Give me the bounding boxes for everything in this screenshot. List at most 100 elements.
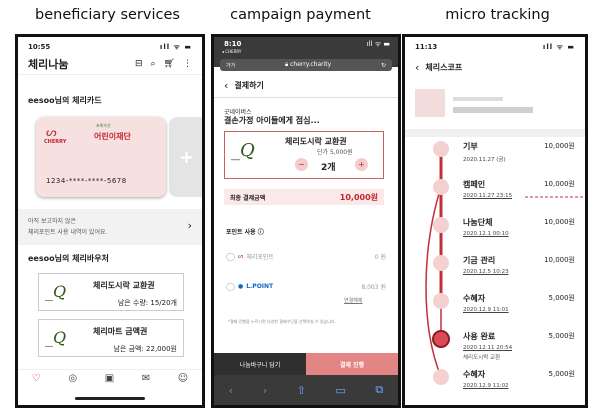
mart-logo-icon: _Q (45, 328, 67, 347)
event-date[interactable]: 2020.12.9 11:02 (463, 383, 581, 389)
page-header: ‹ 결제하기 (224, 79, 264, 92)
add-card-button[interactable]: + (169, 117, 202, 197)
timeline-event[interactable]: 나눔단체 2020.12.1 00:10 10,000원 (463, 217, 581, 251)
point-value: 8,003 원 (361, 283, 386, 291)
url-text: 🔒︎ cherry.charity (285, 61, 331, 69)
card-partner: 어린이재단 (94, 132, 131, 141)
proceed-payment-button[interactable]: 결제 진행 (306, 353, 398, 375)
card-partner-small: 초록우산 (96, 123, 111, 128)
voucher-card[interactable]: _Q 체리도시락 교환권 남은 수량: 15/20개 (38, 273, 184, 311)
item-box: _Q 체리도시락 교환권 단가 5,000원 − 2개 + (224, 131, 384, 179)
event-date[interactable]: 2020.11.27 (금) (463, 155, 581, 163)
status-icons: ıll ᯤ ▬ (159, 42, 192, 51)
tabs-icon[interactable]: ⧉ (375, 383, 383, 397)
cherry-card[interactable]: ᔕ CHERRY 초록우산 어린이재단 1234-****-****-5678 (36, 117, 166, 197)
timeline-branch (425, 186, 442, 378)
timeline-node[interactable] (433, 293, 449, 309)
timeline-node[interactable] (433, 369, 449, 385)
event-amount: 5,000원 (548, 294, 575, 302)
point-option-lpoint[interactable]: ◯ ● L.POINT 8,003 원 (226, 279, 386, 293)
caption-tracking: micro tracking (445, 7, 550, 23)
placeholder-line (453, 97, 503, 101)
total-bar: 최종 결제금액 10,000원 (224, 189, 384, 205)
quantity-value: 2개 (321, 163, 336, 173)
bookmarks-icon[interactable]: ▭ (335, 384, 345, 397)
divider-band (405, 129, 585, 137)
event-amount: 10,000원 (544, 142, 575, 150)
timeline-event[interactable]: 기금 관리 2020.12.5 10:23 10,000원 (463, 255, 581, 289)
unreported-notice[interactable]: 아직 보고하지 않은 체리포인트 사용 내역이 있어요. › (18, 209, 202, 245)
page-title: 결제하기 (234, 81, 264, 90)
page-title: 체리스코프 (425, 63, 463, 72)
lock-icon: 🔒︎ (285, 61, 289, 68)
page-header: ‹ 체리스코프 (415, 61, 462, 74)
plus-button[interactable]: + (355, 158, 368, 171)
event-date[interactable]: 2020.12.11 20:54 (463, 345, 581, 351)
event-amount: 10,000원 (544, 256, 575, 264)
radio-icon[interactable]: ◯ (226, 252, 235, 261)
event-date[interactable]: 2020.12.5 10:23 (463, 269, 581, 275)
radio-icon[interactable]: ◯ (226, 282, 235, 291)
caption-campaign: campaign payment (230, 7, 371, 23)
back-icon[interactable]: ‹ (229, 384, 233, 397)
status-icons: ıll ᯤ ▬ (366, 40, 390, 48)
voucher-icon[interactable]: ▣ (105, 373, 114, 389)
back-button[interactable]: ‹ (224, 79, 228, 92)
timeline-event[interactable]: 기부 2020.11.27 (금) 10,000원 (463, 141, 581, 175)
donate-icon[interactable]: ◎ (68, 373, 77, 389)
total-label: 최종 결제금액 (230, 194, 266, 202)
mail-icon[interactable]: ✉ (142, 373, 150, 389)
point-name: 체리포인트 (246, 253, 274, 261)
card-brand: CHERRY (44, 139, 67, 145)
reload-icon[interactable]: ↻ (381, 62, 386, 69)
plus-icon: + (179, 146, 195, 168)
notice-line-2: 체리포인트 사용 내역이 있어요. (28, 229, 108, 236)
share-icon[interactable]: ⇧ (297, 384, 306, 397)
url-bar[interactable]: 가가 🔒︎ cherry.charity ↻ (220, 59, 392, 71)
product-thumbnail (415, 89, 445, 117)
info-icon[interactable]: ⓘ (258, 229, 264, 236)
timeline-node[interactable] (433, 141, 449, 157)
profile-icon[interactable]: ☺ (178, 373, 188, 389)
event-date[interactable]: 2020.11.27 23:15 (463, 193, 581, 199)
voucher-section-title: eesoo님의 체리바우처 (28, 254, 109, 263)
timeline-node[interactable] (433, 217, 449, 233)
point-value: 0 원 (374, 253, 386, 261)
wallet-icon[interactable]: ⊟ (135, 59, 143, 69)
timeline-event[interactable]: 수혜자 2020.12.9 11:01 5,000원 (463, 293, 581, 327)
point-option-cherry[interactable]: ◯ ᔕ 체리포인트 0 원 (226, 249, 386, 263)
status-bar: 10:55 ıll ᯤ ▬ (18, 37, 202, 53)
timeline-event[interactable]: 사용 완료 2020.12.11 20:54 5,000원 체리도시락 교환 (463, 331, 581, 365)
search-icon[interactable]: ⌕ (151, 59, 156, 69)
browser-toolbar: ‹ › ⇧ ▭ ⧉ (214, 375, 398, 405)
voucher-card[interactable]: _Q 체리마트 금액권 남은 금액: 22,000원 (38, 319, 184, 357)
timeline-event[interactable]: 캠페인 2020.11.27 23:15 10,000원 (463, 179, 581, 213)
timeline-node[interactable] (433, 255, 449, 271)
timeline-node[interactable] (433, 179, 449, 195)
point-name: L.POINT (246, 282, 274, 290)
lpoint-icon: ● (237, 282, 244, 290)
phone-tracking: 11:13 ıll ᯤ ▬ ‹ 체리스코프 기부 2020.11.27 (금) 10,… (402, 34, 588, 408)
timeline-event[interactable]: 수혜자 2020.12.9 11:02 5,000원 (463, 369, 581, 403)
event-amount: 5,000원 (548, 370, 575, 378)
points-label: 포인트 사용 ⓘ (226, 229, 264, 236)
cart-icon[interactable]: 🛒︎ (164, 59, 175, 69)
disconnect-link[interactable]: 연결해제 (344, 297, 362, 304)
more-icon[interactable]: ⋮ (183, 59, 192, 69)
back-button[interactable]: ‹ (415, 61, 419, 74)
timeline-node[interactable] (432, 330, 450, 348)
voucher-detail: 남은 수량: 15/20개 (117, 299, 177, 307)
minus-button[interactable]: − (295, 158, 308, 171)
forward-icon[interactable]: › (263, 384, 267, 397)
event-date[interactable]: 2020.12.1 00:10 (463, 231, 581, 237)
status-time: 8:10 (224, 40, 242, 48)
add-to-cart-button[interactable]: 나눔바구니 담기 (214, 353, 306, 375)
voucher-name: 체리마트 금액권 (93, 327, 148, 336)
caption-beneficiary: beneficiary services (35, 7, 180, 23)
heart-hand-icon[interactable]: ♡ (32, 373, 41, 389)
text-size-button[interactable]: 가가 (226, 62, 235, 69)
phone-payment: 8:10 ◂ CHERRY ıll ᯤ ▬ 가가 🔒︎ cherry.chari… (211, 34, 401, 408)
campaign-title: 결손가정 아이들에게 점심... (224, 116, 320, 125)
event-date[interactable]: 2020.12.9 11:01 (463, 307, 581, 313)
cherry-logo-icon: ᔕ (46, 125, 57, 139)
